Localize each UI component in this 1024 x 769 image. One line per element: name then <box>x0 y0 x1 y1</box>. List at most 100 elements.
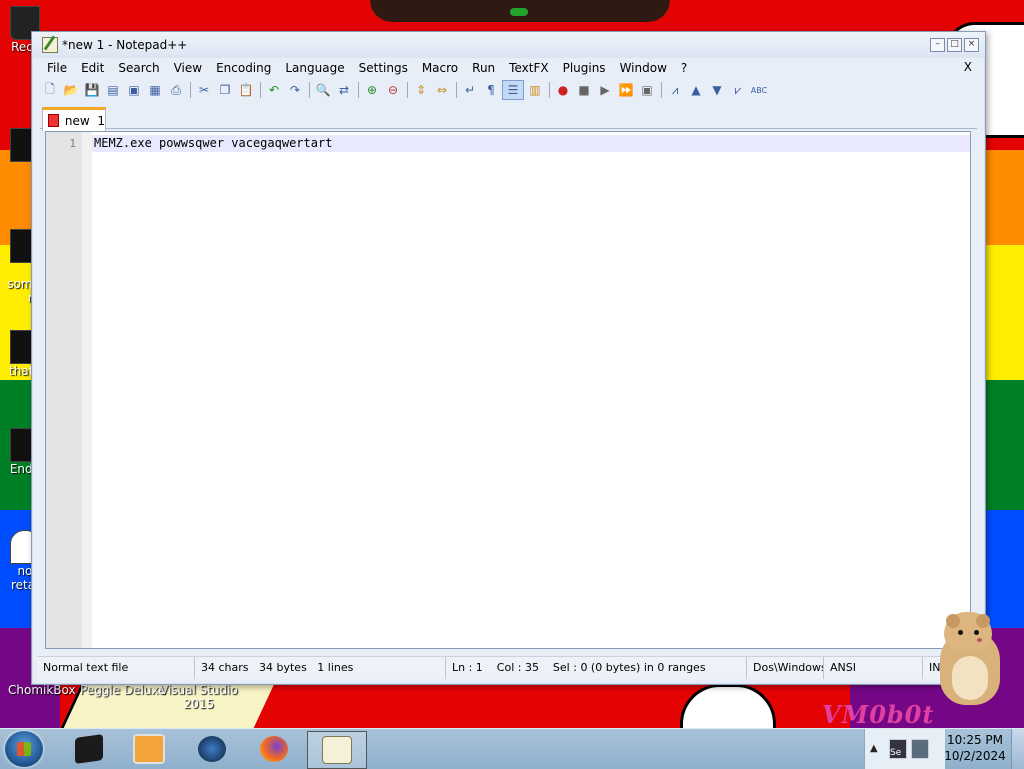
tab-new-1[interactable]: new 1 <box>42 107 106 131</box>
show-desktop-button[interactable] <box>1011 729 1024 769</box>
editor-content[interactable]: MEMZ.exe powwsqwer vacegaqwertart <box>94 136 332 150</box>
desktop-icon-chomikbox[interactable]: ChomikBox <box>8 683 76 697</box>
macro-record-icon[interactable]: ● <box>553 81 573 99</box>
network-icon[interactable] <box>911 739 929 759</box>
chomikbox-icon <box>75 734 103 764</box>
status-length: 34 chars 34 bytes 1 lines <box>195 657 446 679</box>
clock-time: 10:25 PM <box>947 733 1003 747</box>
indent-guide-icon[interactable]: ☰ <box>502 80 524 100</box>
user-language-icon[interactable]: ▥ <box>525 81 545 99</box>
menu-view[interactable]: View <box>167 61 209 75</box>
globe-icon <box>198 736 226 762</box>
show-all-chars-icon[interactable]: ¶ <box>481 81 501 99</box>
undo-icon[interactable]: ↶ <box>264 81 284 99</box>
title-bar[interactable]: *new 1 - Notepad++ – □ × <box>32 32 985 58</box>
taskbar-notepadpp[interactable] <box>307 731 367 769</box>
menu-edit[interactable]: Edit <box>74 61 111 75</box>
notepadpp-icon <box>322 736 352 764</box>
taskbar-firefox[interactable] <box>245 731 303 767</box>
close-all-icon[interactable]: ▦ <box>145 81 165 99</box>
status-encoding: ANSI <box>824 657 923 679</box>
menu-settings[interactable]: Settings <box>352 61 415 75</box>
close-document-button[interactable]: X <box>964 60 972 74</box>
system-tray: ▲ Se <box>864 729 945 769</box>
line-number-gutter: 1 <box>46 132 92 648</box>
menu-window[interactable]: Window <box>613 61 674 75</box>
media-player-icon <box>133 734 165 764</box>
replace-icon[interactable]: ⇄ <box>334 81 354 99</box>
toolbar-separator <box>306 81 312 99</box>
taskbar: ▲ Se 10:25 PM 10/2/2024 <box>0 728 1024 769</box>
paste-icon[interactable]: 📋 <box>236 81 256 99</box>
fold-margin <box>82 132 92 648</box>
save-icon[interactable]: 💾 <box>82 81 102 99</box>
toolbar-separator <box>546 81 552 99</box>
find-icon[interactable]: 🔍 <box>313 81 333 99</box>
print-icon[interactable]: ⎙ <box>166 81 186 99</box>
move-down-icon[interactable]: ▼ <box>707 81 727 99</box>
notepadpp-icon <box>42 37 58 53</box>
menu-language[interactable]: Language <box>278 61 351 75</box>
close-button[interactable]: × <box>964 38 979 52</box>
desktop-icon-peggle[interactable]: Peggle Deluxe <box>80 683 166 697</box>
redo-icon[interactable]: ↷ <box>285 81 305 99</box>
zoom-in-icon[interactable]: ⊕ <box>362 81 382 99</box>
show-hidden-icons-icon[interactable]: ▲ <box>870 743 878 754</box>
minimize-button[interactable]: – <box>930 38 945 52</box>
status-eol: Dos\Windows <box>747 657 824 679</box>
status-position: Ln : 1 Col : 35 Sel : 0 (0 bytes) in 0 r… <box>446 657 747 679</box>
close-file-icon[interactable]: ▣ <box>124 81 144 99</box>
tab-bar: new 1 <box>40 106 977 131</box>
sync-horizontal-icon[interactable]: ⇔ <box>432 81 452 99</box>
menu-run[interactable]: Run <box>465 61 502 75</box>
wallpaper-character-top <box>370 0 670 22</box>
toolbar-separator <box>658 81 664 99</box>
line-number: 1 <box>69 137 76 150</box>
macro-stop-icon[interactable]: ■ <box>574 81 594 99</box>
menu-search[interactable]: Search <box>111 61 166 75</box>
word-wrap-icon[interactable]: ↵ <box>460 81 480 99</box>
text-editor[interactable]: 1 MEMZ.exe powwsqwer vacegaqwertart <box>45 131 971 649</box>
toolbar-separator <box>257 81 263 99</box>
menu-plugins[interactable]: Plugins <box>556 61 613 75</box>
unsaved-file-icon <box>48 114 59 127</box>
status-bar: Normal text file 34 chars 34 bytes 1 lin… <box>37 656 980 679</box>
status-file-type: Normal text file <box>37 657 195 679</box>
sync-vertical-icon[interactable]: ⇕ <box>411 81 431 99</box>
macro-save-icon[interactable]: ▣ <box>637 81 657 99</box>
desktop-icon-visual-studio[interactable]: Visual Studio 2015 <box>160 683 238 711</box>
taskbar-media-player[interactable] <box>120 731 178 767</box>
start-button[interactable] <box>5 731 43 767</box>
menu-bar: File Edit Search View Encoding Language … <box>32 58 985 78</box>
spell-check-icon[interactable]: ABC <box>749 81 769 99</box>
hamster-icon <box>930 606 1006 708</box>
menu-help[interactable]: ? <box>674 61 694 75</box>
clock[interactable]: 10:25 PM 10/2/2024 <box>944 732 1006 764</box>
macro-run-multiple-icon[interactable]: ⏩ <box>616 81 636 99</box>
tray-text: Se <box>890 748 902 758</box>
notepadpp-window: *new 1 - Notepad++ – □ × File Edit Searc… <box>31 31 986 685</box>
menu-file[interactable]: File <box>40 61 74 75</box>
toolbar: 🗋 📂 💾 ▤ ▣ ▦ ⎙ ✂ ❐ 📋 ↶ ↷ 🔍 ⇄ ⊕ ⊖ ⇕ ⇔ ↵ ¶ … <box>40 79 977 101</box>
toolbar-separator <box>187 81 193 99</box>
menu-textfx[interactable]: TextFX <box>502 61 555 75</box>
copy-icon[interactable]: ❐ <box>215 81 235 99</box>
taskbar-app-1[interactable] <box>60 731 118 767</box>
move-up-icon[interactable]: ▲ <box>686 81 706 99</box>
macro-play-icon[interactable]: ▶ <box>595 81 615 99</box>
zoom-out-icon[interactable]: ⊖ <box>383 81 403 99</box>
new-file-icon[interactable]: 🗋 <box>40 81 60 99</box>
cut-icon[interactable]: ✂ <box>194 81 214 99</box>
maximize-button[interactable]: □ <box>947 38 962 52</box>
firefox-icon <box>260 736 288 762</box>
tray-app-icon[interactable]: Se <box>889 739 907 759</box>
taskbar-app-3[interactable] <box>183 731 241 767</box>
window-title: *new 1 - Notepad++ <box>62 38 188 52</box>
menu-encoding[interactable]: Encoding <box>209 61 278 75</box>
expand-icon[interactable]: ⩗ <box>728 81 748 99</box>
wallpaper-watermark: VM0b0t <box>822 700 935 729</box>
open-file-icon[interactable]: 📂 <box>61 81 81 99</box>
menu-macro[interactable]: Macro <box>415 61 465 75</box>
collapse-icon[interactable]: ⩘ <box>665 81 685 99</box>
save-all-icon[interactable]: ▤ <box>103 81 123 99</box>
